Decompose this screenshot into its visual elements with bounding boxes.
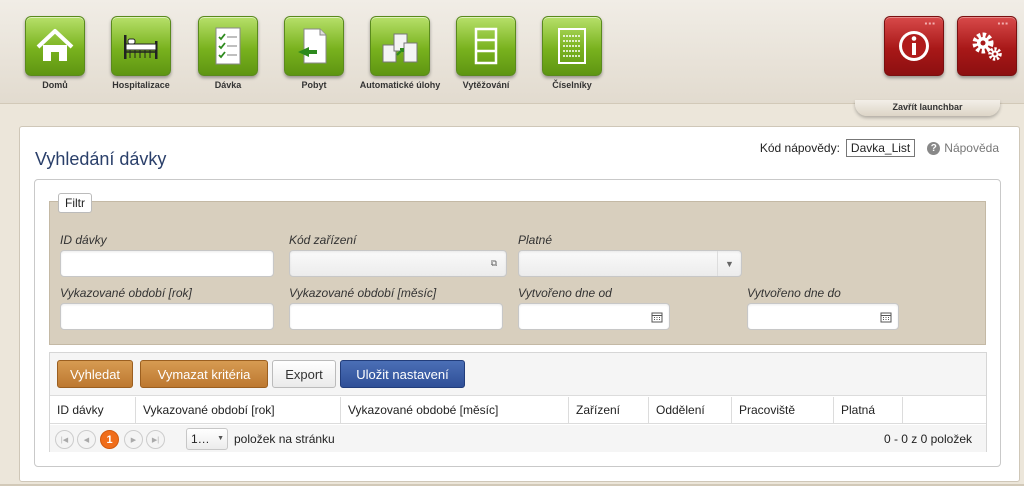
pager-info: 0 - 0 z 0 položek [883, 432, 972, 446]
last-page-icon[interactable]: ▶| [146, 430, 165, 449]
launch-item-ciselniky[interactable]: Číselníky [528, 16, 616, 91]
next-page-icon[interactable]: ▶ [124, 430, 143, 449]
launch-item-domu[interactable]: Domů [11, 16, 99, 91]
settings-button[interactable]: ▪▪▪ [957, 16, 1017, 76]
vytvoreno-do-label: Vytvořeno dne do [747, 286, 841, 300]
lookup-icon[interactable]: ⧉ [482, 251, 506, 276]
info-button[interactable]: ▪▪▪ [884, 16, 944, 76]
obdobi-rok-input[interactable] [60, 303, 274, 330]
obdobi-mesic-input[interactable] [289, 303, 503, 330]
help-code-label: Kód nápovědy: [759, 141, 840, 155]
chevron-down-icon[interactable]: ▼ [717, 251, 741, 276]
help-link[interactable]: ? Nápověda [927, 141, 999, 155]
boxes-icon [382, 33, 418, 63]
calendar-icon[interactable] [645, 304, 669, 329]
document-arrow-icon [298, 28, 327, 64]
launch-item-pobyt[interactable]: Pobyt [270, 16, 358, 91]
rack-icon [474, 27, 498, 65]
help-row: Kód nápovědy: Davka_List ? Nápověda [760, 139, 999, 157]
platne-label: Platné [518, 233, 553, 247]
main-panel: Vyhledání dávky Kód nápovědy: Davka_List… [19, 126, 1020, 482]
close-launchbar-button[interactable]: Zavřít launchbar [855, 100, 1000, 116]
filter-legend: Filtr [58, 193, 92, 213]
calendar-icon[interactable] [874, 304, 898, 329]
grid-header: ID dávky Vykazované období [rok] Vykazov… [50, 397, 986, 424]
launchbar: Domů Hospitalizace Dávka Pobyt Automatic… [0, 0, 1024, 104]
results-grid: Vyhledat Vymazat kritéria Export Uložit … [49, 352, 987, 452]
grid-toolbar: Vyhledat Vymazat kritéria Export Uložit … [50, 353, 986, 396]
page-size-select[interactable]: 1… ▼ [186, 428, 228, 450]
vytvoreno-od-input[interactable] [518, 303, 670, 330]
page-size-label: položek na stránku [234, 432, 335, 446]
help-icon: ? [927, 141, 941, 155]
current-page[interactable]: 1 [100, 430, 119, 449]
launch-item-automaticke-ulohy[interactable]: Automatické úlohy [356, 16, 444, 91]
obdobi-mesic-label: Vykazované období [měsíc] [289, 286, 437, 300]
obdobi-rok-label: Vykazované období [rok] [60, 286, 192, 300]
column-header[interactable]: Zařízení [568, 397, 648, 424]
column-header[interactable]: Vykazované obdobé [měsíc] [340, 397, 568, 424]
column-header[interactable]: Pracoviště [731, 397, 833, 424]
vytvoreno-od-label: Vytvořeno dne od [518, 286, 612, 300]
hospital-bed-icon [124, 35, 158, 59]
first-page-icon[interactable]: |◀ [55, 430, 74, 449]
kod-zarizeni-label: Kód zařízení [289, 233, 357, 247]
info-icon [899, 31, 929, 61]
id-davky-label: ID dávky [60, 233, 107, 247]
pager: |◀ ◀ 1 ▶ ▶| 1… ▼ položek na stránku 0 - … [50, 425, 986, 452]
codebook-icon [558, 28, 586, 64]
export-button[interactable]: Export [272, 360, 336, 388]
save-settings-button[interactable]: Uložit nastavení [340, 360, 465, 388]
chevron-down-icon: ▼ [217, 435, 224, 442]
column-header[interactable]: Vykazované období [rok] [135, 397, 340, 424]
column-header-empty [902, 397, 988, 424]
gear-icon [972, 32, 1002, 61]
column-header[interactable]: Platná [833, 397, 902, 424]
checklist-icon [215, 27, 241, 65]
help-link-label: Nápověda [944, 141, 999, 155]
launch-item-hospitalizace[interactable]: Hospitalizace [97, 16, 185, 91]
column-header[interactable]: ID dávky [50, 397, 135, 424]
platne-select[interactable]: ▼ [518, 250, 742, 277]
prev-page-icon[interactable]: ◀ [77, 430, 96, 449]
filter-panel: Filtr ID dávky Kód zařízení ⧉ Platné ▼ V… [49, 193, 986, 345]
kod-zarizeni-input[interactable]: ⧉ [289, 250, 507, 277]
id-davky-input[interactable] [60, 250, 274, 277]
help-code-value: Davka_List [845, 139, 916, 157]
clear-criteria-button[interactable]: Vymazat kritéria [140, 360, 268, 388]
launch-item-davka[interactable]: Dávka [184, 16, 272, 91]
launch-item-vytezovani[interactable]: Vytěžování [442, 16, 530, 91]
column-header[interactable]: Oddělení [648, 397, 731, 424]
home-icon [36, 29, 74, 61]
search-container: Filtr ID dávky Kód zařízení ⧉ Platné ▼ V… [34, 179, 1001, 467]
page-title: Vyhledání dávky [35, 149, 167, 169]
vytvoreno-do-input[interactable] [747, 303, 899, 330]
search-button[interactable]: Vyhledat [57, 360, 133, 388]
